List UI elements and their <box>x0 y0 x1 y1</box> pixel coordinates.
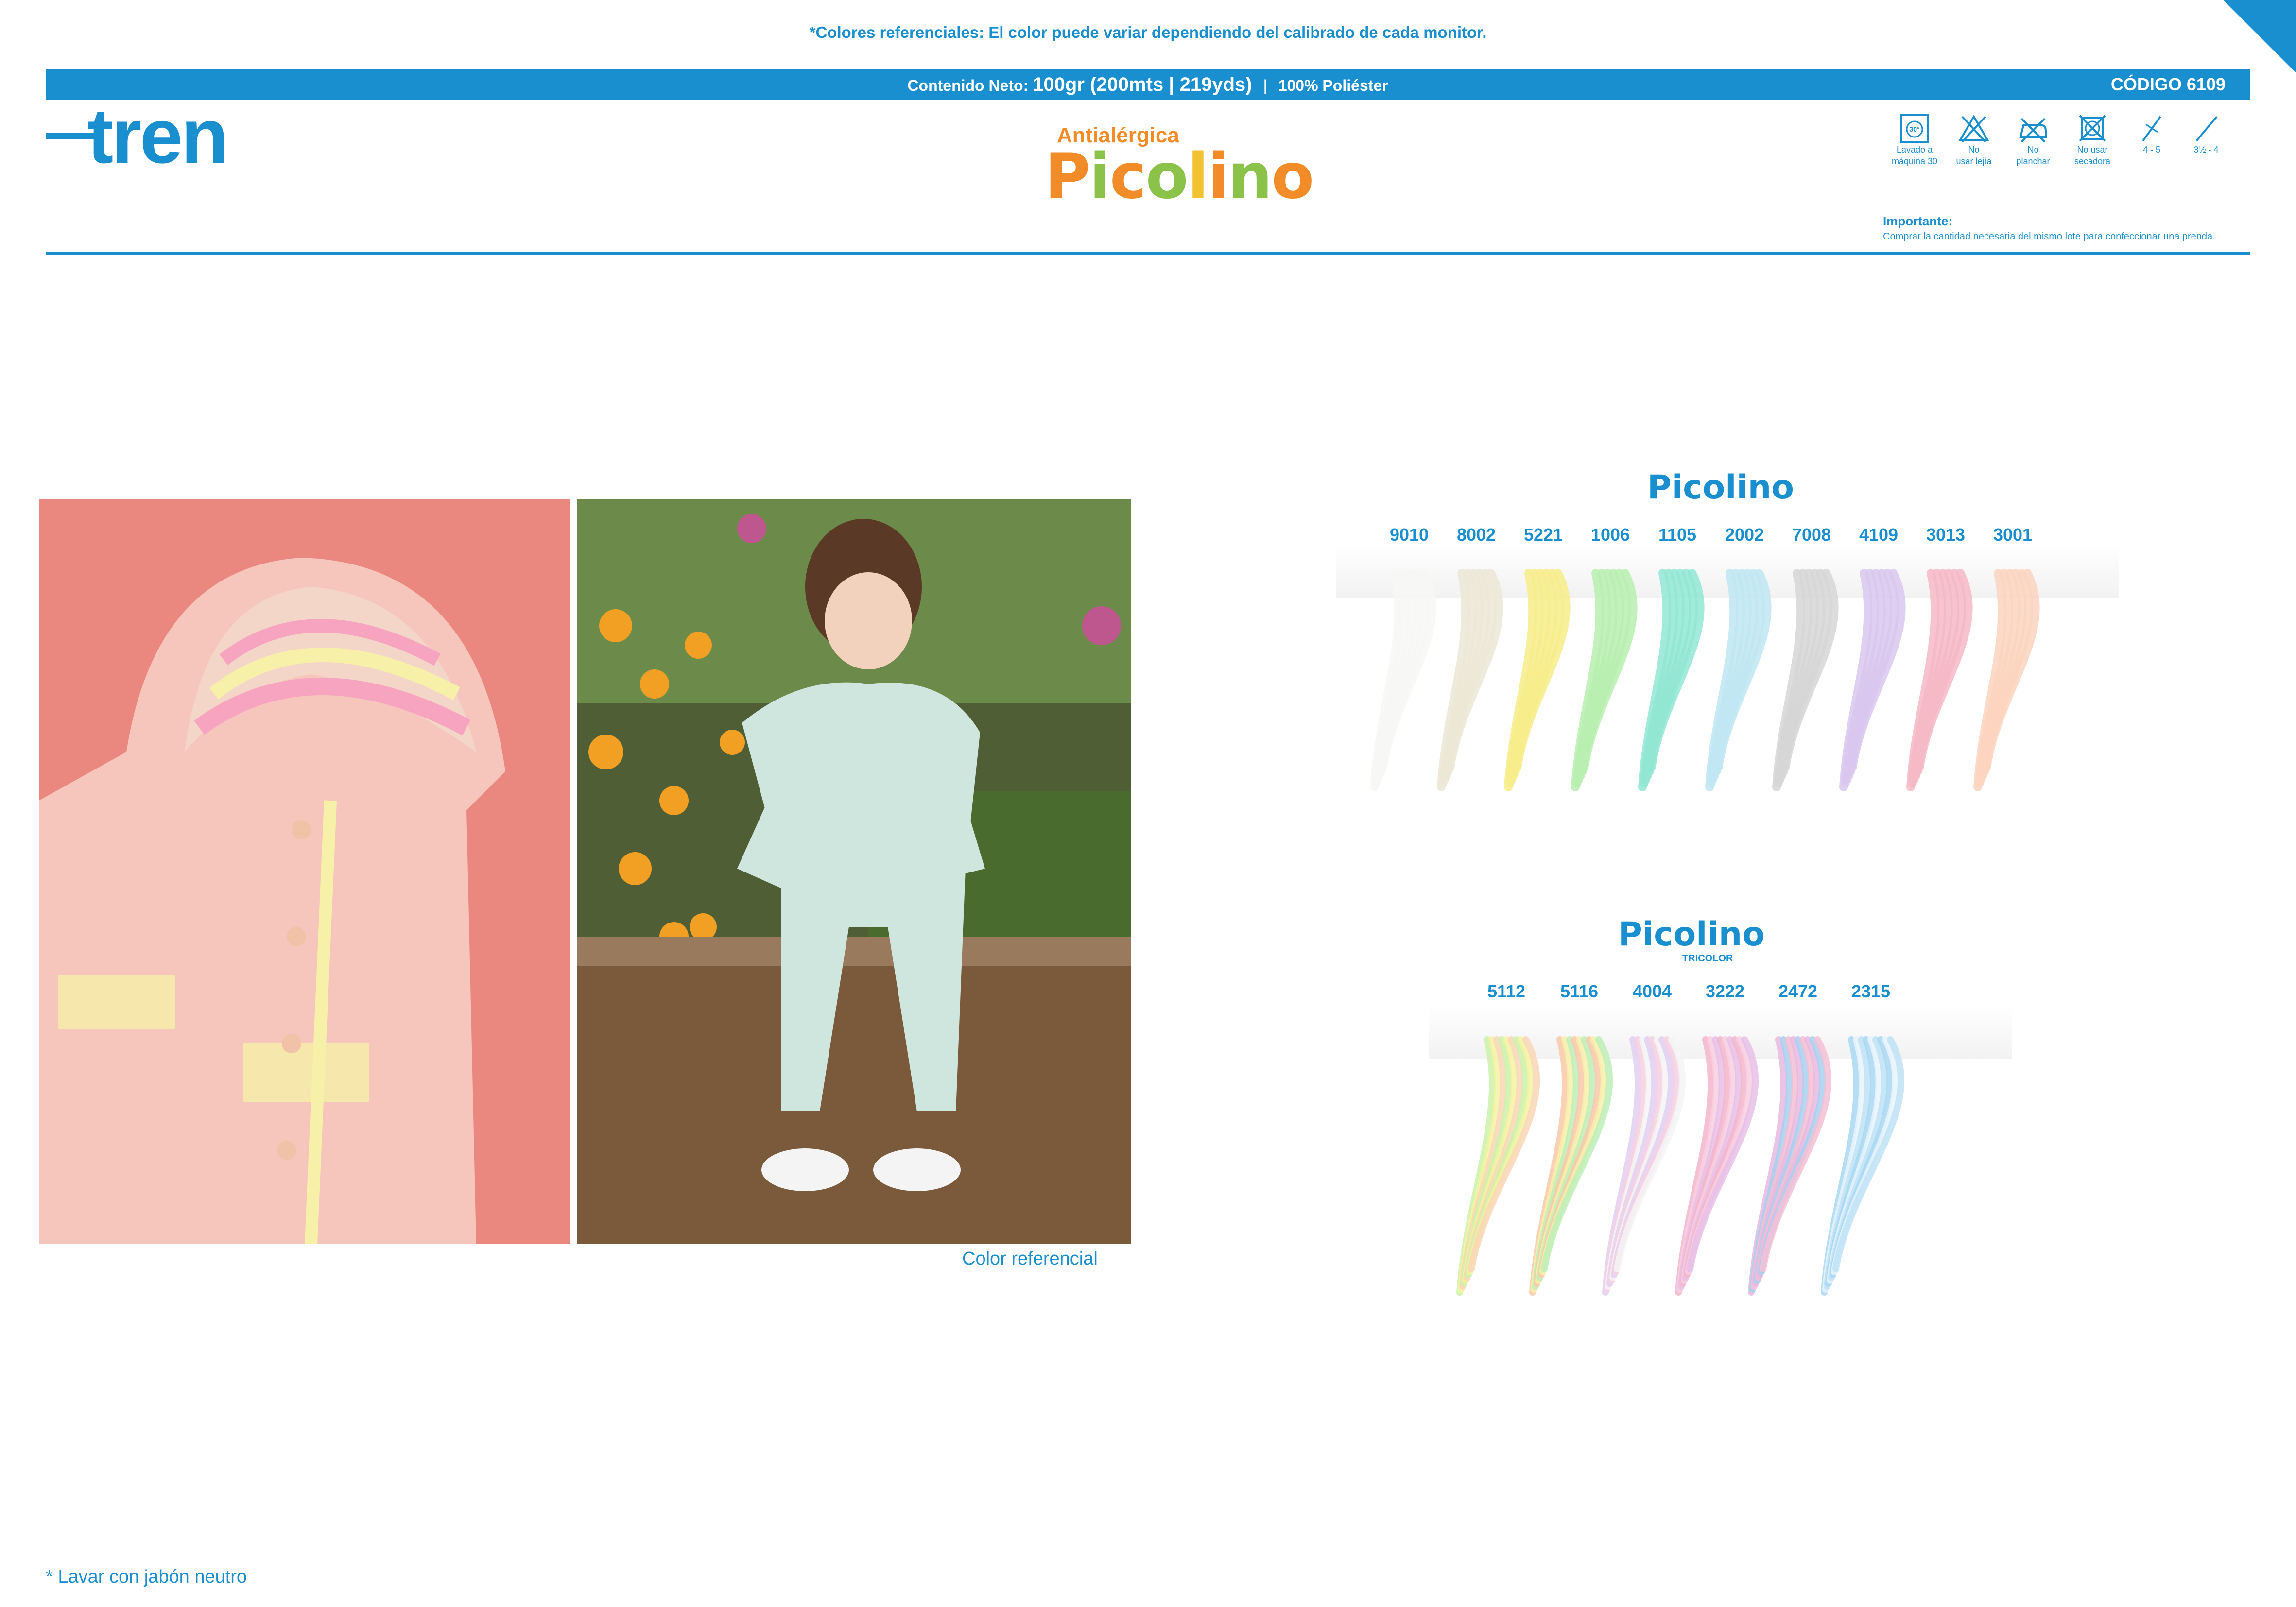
product-logo-letter: c <box>1109 140 1147 213</box>
wash-footnote: * Lavar con jabón neutro <box>46 1567 247 1587</box>
swatch-code: 2315 <box>1851 981 1891 1001</box>
care-label: 3½ - 4 <box>2193 145 2219 154</box>
swatch-code: 9010 <box>1389 525 1429 545</box>
knitting-needle-icon <box>2195 116 2218 142</box>
care-machine-wash: 30° Lavado a máquina 30 <box>1885 113 1944 167</box>
brand-logo: tren <box>87 92 228 179</box>
vest-photo <box>39 499 570 1244</box>
swatch-code: 1006 <box>1590 525 1630 545</box>
swatch-code: 4004 <box>1632 981 1672 1001</box>
tricolor-swatch-card: 5112 5116 4004 3222 2472 2315 <box>1375 972 2065 1312</box>
swatch-code: 1105 <box>1658 525 1697 545</box>
swatch-code: 5112 <box>1487 981 1526 1001</box>
swatch-code: 5221 <box>1523 525 1563 545</box>
no-bleach-icon <box>1958 115 1989 143</box>
product-logo-letter: o <box>1145 140 1189 213</box>
swatch-logo-solid: Picolino <box>1647 468 1794 507</box>
swatch-code: 8002 <box>1456 525 1496 545</box>
machine-wash-30-icon: 30° <box>1900 114 1929 143</box>
corner-triangle <box>2223 0 2296 73</box>
swatch-code: 3222 <box>1705 981 1745 1001</box>
net-label: Contenido Neto: <box>907 77 1029 94</box>
care-label: planchar <box>2016 156 2050 166</box>
care-no-tumble-dry: No usar secadora <box>2063 113 2122 167</box>
swatch-code: 5116 <box>1560 981 1599 1001</box>
care-label: No <box>1968 145 1980 154</box>
solid-swatch-strands <box>1370 569 2040 791</box>
product-logo-letter: n <box>1228 140 1272 213</box>
header-rule <box>46 252 2250 255</box>
care-no-bleach: No usar lejía <box>1945 113 2003 167</box>
color-reference-caption: Color referencial <box>962 1248 1098 1269</box>
code-label: CÓDIGO <box>2110 74 2182 94</box>
product-logo-letter: l <box>1187 140 1209 213</box>
product-code: CÓDIGO 6109 <box>2111 69 2226 100</box>
spec-bar: Contenido Neto: 100gr (200mts | 219yds) … <box>46 69 2250 100</box>
swatch-logo-tricolor: Picolino <box>1618 915 1765 954</box>
swatch-code: 7008 <box>1792 525 1831 545</box>
care-label: máquina 30 <box>1891 156 1938 166</box>
care-no-iron: No planchar <box>2004 113 2062 167</box>
code-value: 6109 <box>2186 74 2226 94</box>
swatch-code: 3013 <box>1926 525 1966 545</box>
care-label: No usar <box>2077 145 2108 154</box>
swatch-code: 2472 <box>1778 981 1818 1001</box>
crochet-hook-icon <box>2142 116 2161 142</box>
separator: | <box>1263 77 1267 94</box>
product-logo: Picolino <box>1045 146 1314 208</box>
product-logo-letter: o <box>1271 140 1314 213</box>
important-text: Comprar la cantidad necesaria del mismo … <box>1883 231 2215 242</box>
tricolor-swatch-strands <box>1456 1036 1905 1296</box>
care-icons: 30° Lavado a máquina 30 No usar lejía No… <box>1885 113 2240 181</box>
product-logo-letter: P <box>1045 140 1090 213</box>
swatch-code: 4109 <box>1859 525 1899 545</box>
color-disclaimer: *Colores referenciales: El color puede v… <box>809 23 1487 41</box>
fiber-content: 100% Poliéster <box>1278 77 1388 94</box>
care-label: usar lejía <box>1956 156 1992 166</box>
care-label: 4 - 5 <box>2142 145 2161 154</box>
product-logo-letter: i <box>1208 140 1229 213</box>
care-label: Lavado a <box>1896 145 1933 154</box>
spec-bar-content: Contenido Neto: 100gr (200mts | 219yds) … <box>46 69 2250 100</box>
no-tumble-dry-icon <box>2079 115 2106 142</box>
product-logo-letter: i <box>1089 140 1111 213</box>
no-iron-icon <box>2019 118 2047 143</box>
child-photo <box>577 499 1131 1244</box>
net-value: 100gr (200mts | 219yds) <box>1033 74 1252 95</box>
brand-accent-line <box>46 133 94 139</box>
child-in-knit-jumpsuit-image <box>577 499 1131 1244</box>
important-title: Importante: <box>1883 214 1952 228</box>
solid-swatch-card: 9010 8002 5221 1006 1105 2002 7008 4109 3013 3001 <box>1254 515 2167 826</box>
care-crochet-hook: 4 - 5 <box>2123 113 2181 155</box>
knitted-vest-image <box>39 499 570 1244</box>
care-knitting-needle: 3½ - 4 <box>2177 113 2235 155</box>
care-label: secadora <box>2074 156 2111 166</box>
svg-text:30°: 30° <box>1909 125 1919 133</box>
swatch-tricolor-label: TRICOLOR <box>1682 953 1733 964</box>
swatch-code: 3001 <box>1993 525 2033 545</box>
swatch-code: 2002 <box>1725 525 1764 545</box>
care-label: No <box>2027 145 2039 154</box>
